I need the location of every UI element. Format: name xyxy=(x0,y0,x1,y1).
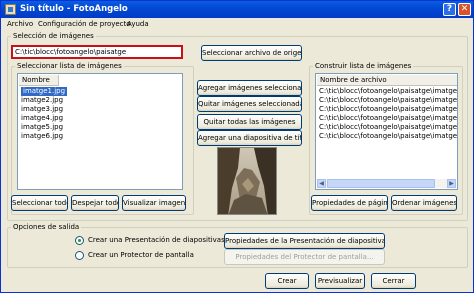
list-item[interactable]: C:\tic\blocc\fotoangelo\paisatge\imatge3… xyxy=(317,105,457,114)
source-image-list[interactable]: Nombre ... imatge1.jpg imatge2.jpg imatg… xyxy=(17,73,183,190)
window-title: Sin título - FotoAngelo xyxy=(20,4,128,14)
slideshow-properties-button[interactable]: Propiedades de la Presentación de diapos… xyxy=(224,233,385,249)
list-item[interactable]: C:\tic\blocc\fotoangelo\paisatge\imatge5… xyxy=(317,123,457,132)
build-image-list[interactable]: Nombre de archivo C:\tic\blocc\fotoangel… xyxy=(315,73,458,190)
app-icon xyxy=(5,4,16,15)
list-item[interactable]: imatge2.jpg xyxy=(19,96,181,105)
remove-all-images-button[interactable]: Quitar todas las imágenes xyxy=(197,114,302,130)
page-properties-button[interactable]: Propiedades de página xyxy=(311,195,388,211)
menu-ayuda[interactable]: Ayuda xyxy=(127,20,149,28)
scroll-thumb[interactable] xyxy=(327,179,435,188)
create-button[interactable]: Crear xyxy=(265,273,309,289)
scroll-left-icon[interactable]: ◀ xyxy=(317,179,326,188)
horizontal-scrollbar[interactable]: ◀ ▶ xyxy=(317,179,456,188)
column-header-name[interactable]: Nombre ... xyxy=(19,75,59,94)
image-selection-legend: Selección de imágenes xyxy=(13,32,94,40)
source-path-input[interactable]: C:\tic\blocc\fotoangelo\paisatge xyxy=(11,45,183,59)
add-selected-images-button[interactable]: Agregar imágenes seleccionadas xyxy=(197,80,302,96)
app-window: Sin título - FotoAngelo ? ✕ Archivo Conf… xyxy=(0,0,474,293)
select-list-legend: Seleccionar lista de imágenes xyxy=(17,62,122,70)
close-window-button[interactable]: ✕ xyxy=(458,3,471,16)
menu-archivo[interactable]: Archivo xyxy=(7,20,33,28)
add-title-slide-button[interactable]: Agregar una diapositiva de título xyxy=(197,130,302,146)
help-button[interactable]: ? xyxy=(443,3,456,16)
clear-all-button[interactable]: Despejar todo xyxy=(71,195,119,211)
scroll-right-icon[interactable]: ▶ xyxy=(447,179,456,188)
slideshow-radio[interactable] xyxy=(75,236,84,245)
list-item[interactable]: C:\tic\blocc\fotoangelo\paisatge\imatge2… xyxy=(317,96,457,105)
list-item[interactable]: C:\tic\blocc\fotoangelo\paisatge\imatge1… xyxy=(317,87,457,96)
list-item[interactable]: imatge4.jpg xyxy=(19,114,181,123)
remove-selected-images-button[interactable]: Quitar imágenes seleccionadas xyxy=(197,96,302,112)
list-item[interactable]: imatge1.jpg xyxy=(21,87,68,96)
build-list-legend: Construir lista de imágenes xyxy=(315,62,412,70)
image-preview xyxy=(217,147,277,215)
column-header-filename[interactable]: Nombre de archivo xyxy=(317,75,457,86)
screensaver-radio-label[interactable]: Crear un Protector de pantalla xyxy=(88,251,194,259)
select-all-button[interactable]: Seleccionar todo xyxy=(11,195,68,211)
close-button[interactable]: Cerrar xyxy=(371,273,416,289)
select-source-button[interactable]: Seleccionar archivo de origen xyxy=(201,45,302,61)
slideshow-radio-label[interactable]: Crear una Presentación de diapositivas xyxy=(88,236,225,244)
list-item[interactable]: imatge3.jpg xyxy=(19,105,181,114)
screensaver-properties-button[interactable]: Propiedades del Protector de pantalla... xyxy=(224,249,385,265)
list-item[interactable]: imatge5.jpg xyxy=(19,123,181,132)
preview-button[interactable]: Previsualizar xyxy=(315,273,365,289)
list-item[interactable]: C:\tic\blocc\fotoangelo\paisatge\imatge4… xyxy=(317,114,457,123)
menu-configuracion[interactable]: Configuración de proyecto xyxy=(38,20,131,28)
output-options-legend: Opciones de salida xyxy=(13,223,80,231)
sort-images-button[interactable]: Ordenar imágenes... xyxy=(391,195,457,211)
title-bar[interactable]: Sin título - FotoAngelo ? ✕ xyxy=(1,1,473,18)
menu-bar: Archivo Configuración de proyecto Ayuda xyxy=(1,18,473,30)
list-item[interactable]: C:\tic\blocc\fotoangelo\paisatge\imatge6… xyxy=(317,132,457,141)
screensaver-radio[interactable] xyxy=(75,251,84,260)
list-item[interactable]: imatge6.jpg xyxy=(19,132,181,141)
view-image-button[interactable]: Visualizar imagen... xyxy=(122,195,186,211)
